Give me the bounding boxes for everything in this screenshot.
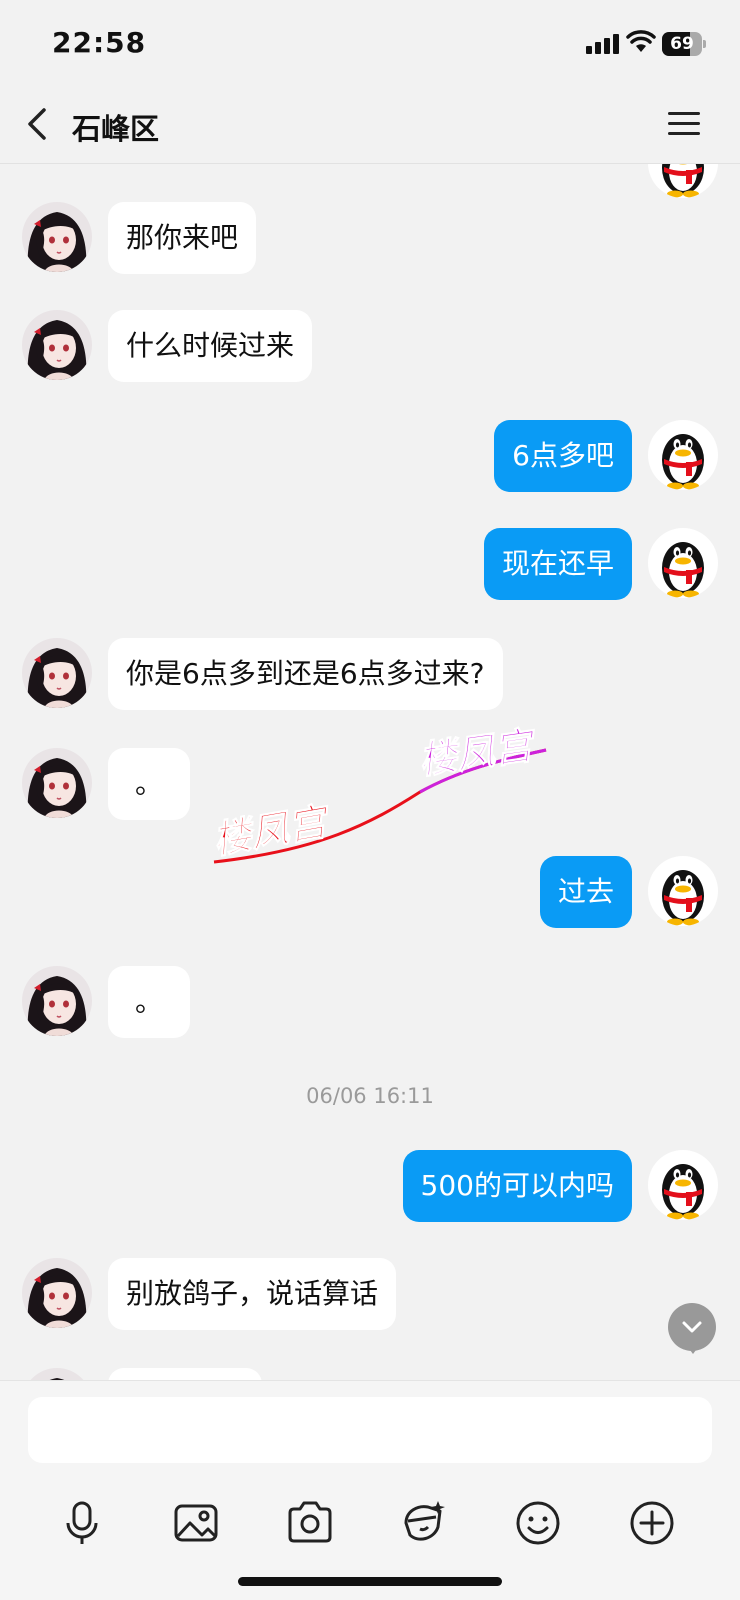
message-bubble-partial: [108, 1368, 262, 1380]
image-icon[interactable]: [170, 1497, 222, 1549]
message-bubble[interactable]: 那你来吧: [108, 202, 257, 274]
cellular-signal-icon: [586, 34, 622, 54]
contact-avatar[interactable]: [22, 966, 92, 1036]
chat-area[interactable]: 那你来吧 什么时候过来 6点多吧 现在还早 你是6点多到还是6点多过来? 。 楼…: [0, 164, 740, 1380]
contact-avatar[interactable]: [22, 1258, 92, 1328]
message-bubble[interactable]: 6点多吧: [494, 420, 632, 492]
message-timestamp: 06/06 16:11: [306, 1084, 434, 1108]
my-avatar[interactable]: [648, 528, 718, 598]
battery-icon: 69: [662, 32, 706, 56]
my-avatar[interactable]: [648, 420, 718, 490]
scroll-button-tail: [687, 1346, 699, 1354]
contact-avatar-partial: [22, 1368, 92, 1380]
emoji-icon[interactable]: [512, 1497, 564, 1549]
contact-avatar[interactable]: [22, 202, 92, 272]
back-icon[interactable]: [22, 104, 52, 144]
scroll-to-bottom-button[interactable]: [668, 1303, 716, 1351]
status-bar: 22:58 69: [0, 0, 740, 88]
red-packet-icon[interactable]: [398, 1497, 450, 1549]
microphone-icon[interactable]: [56, 1497, 108, 1549]
message-bubble[interactable]: 你是6点多到还是6点多过来?: [108, 638, 503, 710]
contact-avatar[interactable]: [22, 310, 92, 380]
message-bubble[interactable]: 500的可以内吗: [402, 1150, 632, 1222]
chat-title: 石峰区: [72, 112, 160, 146]
status-time: 22:58: [52, 26, 147, 59]
contact-avatar[interactable]: [22, 748, 92, 818]
message-bubble[interactable]: 过去: [539, 856, 632, 928]
contact-avatar[interactable]: [22, 638, 92, 708]
message-bubble[interactable]: 别放鸽子，说话算话: [108, 1258, 397, 1330]
my-avatar[interactable]: [648, 1150, 718, 1220]
plus-icon[interactable]: [626, 1497, 678, 1549]
chevron-down-icon: [682, 1321, 702, 1333]
message-bubble[interactable]: 现在还早: [483, 528, 632, 600]
wifi-icon: [626, 30, 656, 52]
avatar-partial: [648, 164, 718, 198]
camera-icon[interactable]: [284, 1497, 336, 1549]
input-panel: [0, 1380, 740, 1600]
message-input[interactable]: [28, 1397, 712, 1463]
message-bubble[interactable]: 。: [108, 748, 190, 820]
nav-bar: 石峰区: [0, 88, 740, 164]
menu-icon[interactable]: [666, 108, 702, 140]
message-bubble[interactable]: 什么时候过来: [108, 310, 313, 382]
my-avatar[interactable]: [648, 856, 718, 926]
message-bubble[interactable]: 。: [108, 966, 190, 1038]
battery-level: 69: [670, 34, 694, 54]
home-indicator[interactable]: [238, 1577, 502, 1586]
